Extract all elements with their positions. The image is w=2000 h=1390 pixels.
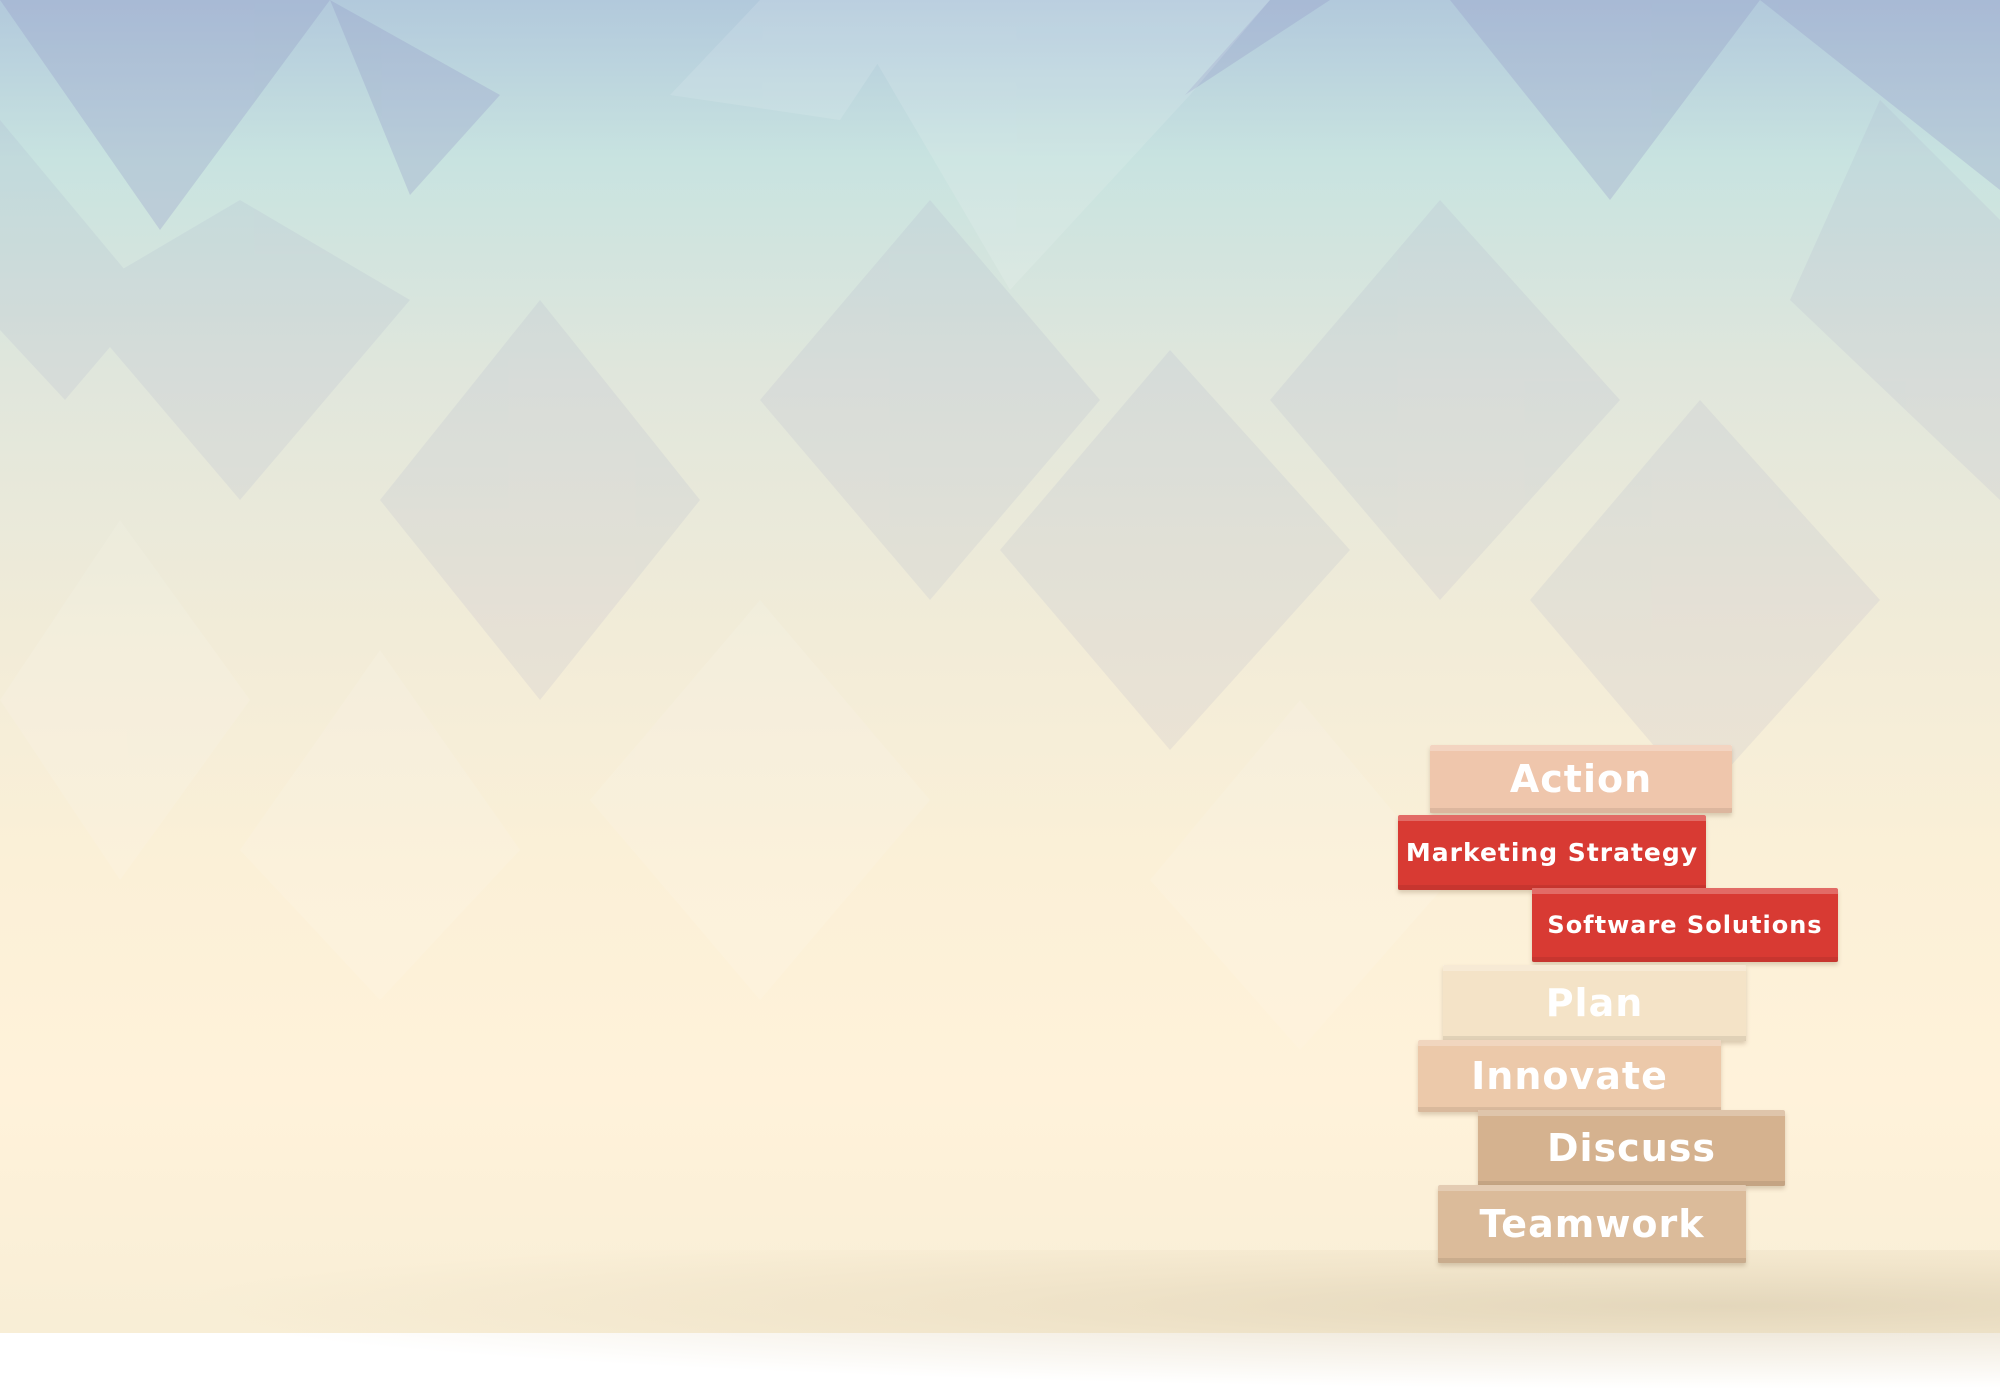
block-edge: [1443, 965, 1746, 971]
ground-shadow: [160, 1250, 2000, 1390]
block-edge: [1398, 815, 1706, 821]
block-discuss: Discuss: [1478, 1110, 1785, 1186]
block-teamwork: Teamwork: [1438, 1185, 1746, 1263]
block-edge: [1430, 745, 1732, 751]
block-label-discuss: Discuss: [1546, 1126, 1716, 1170]
block-label-action: Action: [1509, 757, 1653, 801]
block-marketing-strategy: Marketing Strategy: [1398, 815, 1706, 890]
block-label-teamwork: Teamwork: [1479, 1202, 1705, 1246]
block-label-software-solutions: Software Solutions: [1547, 911, 1823, 939]
block-edge: [1478, 1110, 1785, 1116]
block-innovate: Innovate: [1418, 1040, 1721, 1112]
block-plan: Plan: [1443, 965, 1746, 1041]
block-label-marketing-strategy: Marketing Strategy: [1405, 838, 1699, 867]
block-edge: [1438, 1185, 1746, 1191]
block-edge: [1532, 888, 1838, 894]
block-edge: [1532, 957, 1838, 962]
block-edge: [1418, 1040, 1721, 1046]
block-edge: [1438, 1258, 1746, 1263]
block-edge: [1430, 808, 1732, 813]
block-label-plan: Plan: [1545, 981, 1644, 1025]
block-label-innovate: Innovate: [1471, 1054, 1668, 1098]
block-action: Action: [1430, 745, 1732, 813]
block-software-solutions: Software Solutions: [1532, 888, 1838, 962]
